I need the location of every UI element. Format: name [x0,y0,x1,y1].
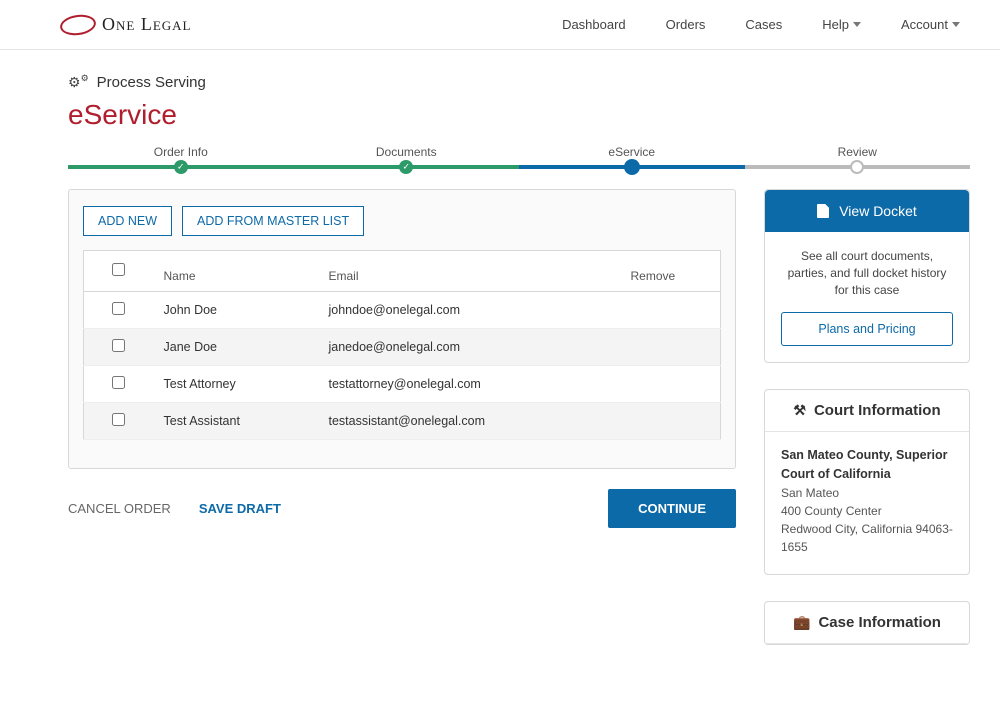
row-name: Test Attorney [154,366,319,403]
step-dot-icon [850,160,864,174]
col-remove: Remove [621,251,721,292]
step-label: eService [519,145,745,159]
top-nav: Dashboard Orders Cases Help Account [562,17,960,32]
row-remove[interactable] [621,292,721,329]
document-icon [817,204,829,218]
logo[interactable]: One Legal [60,14,191,35]
add-from-master-button[interactable]: ADD FROM MASTER LIST [182,206,364,236]
row-checkbox[interactable] [112,302,125,315]
plans-pricing-button[interactable]: Plans and Pricing [781,312,953,346]
page-subtitle: Process Serving [97,74,206,91]
save-draft-button[interactable]: SAVE DRAFT [199,501,281,516]
row-checkbox[interactable] [112,376,125,389]
nav-orders[interactable]: Orders [666,17,706,32]
step-documents[interactable]: Documents [294,145,520,169]
row-checkbox[interactable] [112,339,125,352]
court-info-card: ⚒ Court Information San Mateo County, Su… [764,389,970,575]
cancel-order-button[interactable]: CANCEL ORDER [68,501,171,516]
continue-button[interactable]: CONTINUE [608,489,736,528]
progress-wizard: Order Info Documents eService Review [68,145,970,169]
step-dot-icon [624,159,640,175]
view-docket-button[interactable]: View Docket [765,190,969,232]
select-all-checkbox[interactable] [112,263,125,276]
table-row: Test Assistanttestassistant@onelegal.com [84,403,721,440]
header-bar: One Legal Dashboard Orders Cases Help Ac… [0,0,1000,50]
row-remove[interactable] [621,403,721,440]
row-checkbox[interactable] [112,413,125,426]
view-docket-label: View Docket [839,203,917,219]
table-row: John Doejohndoe@onelegal.com [84,292,721,329]
step-review[interactable]: Review [745,145,971,169]
row-email: johndoe@onelegal.com [318,292,620,329]
nav-dashboard[interactable]: Dashboard [562,17,626,32]
court-city: San Mateo [781,484,953,502]
gavel-icon: ⚒ [793,402,806,419]
row-email: janedoe@onelegal.com [318,329,620,366]
action-row: CANCEL ORDER SAVE DRAFT CONTINUE [68,489,736,528]
court-info-title: Court Information [814,402,941,419]
recipients-table: Name Email Remove John Doejohndoe@oneleg… [83,250,721,440]
add-new-button[interactable]: ADD NEW [83,206,172,236]
nav-account[interactable]: Account [901,17,960,32]
table-row: Test Attorneytestattorney@onelegal.com [84,366,721,403]
logo-text: One Legal [102,14,191,35]
table-row: Jane Doejanedoe@onelegal.com [84,329,721,366]
logo-ellipse-icon [59,12,97,37]
row-remove[interactable] [621,329,721,366]
court-name: San Mateo County, Superior Court of Cali… [781,446,953,484]
col-name: Name [154,251,319,292]
chevron-down-icon [952,22,960,27]
page-title: eService [68,99,970,131]
docket-card: View Docket See all court documents, par… [764,189,970,363]
row-name: John Doe [154,292,319,329]
case-info-card: 💼 Case Information [764,601,970,645]
nav-help-label: Help [822,17,849,32]
step-label: Review [745,145,971,159]
breadcrumb-row: ⚙⚙ Process Serving [68,74,970,91]
row-name: Jane Doe [154,329,319,366]
row-email: testattorney@onelegal.com [318,366,620,403]
nav-cases[interactable]: Cases [745,17,782,32]
row-name: Test Assistant [154,403,319,440]
step-label: Order Info [68,145,294,159]
court-csz: Redwood City, California 94063-1655 [781,520,953,556]
step-dot-icon [399,160,413,174]
briefcase-icon: 💼 [793,614,810,631]
col-email: Email [318,251,620,292]
court-address: 400 County Center [781,502,953,520]
step-eservice[interactable]: eService [519,145,745,169]
nav-help[interactable]: Help [822,17,861,32]
recipients-panel: ADD NEW ADD FROM MASTER LIST Name Email … [68,189,736,469]
step-dot-icon [174,160,188,174]
row-email: testassistant@onelegal.com [318,403,620,440]
step-order-info[interactable]: Order Info [68,145,294,169]
docket-description: See all court documents, parties, and fu… [781,248,953,298]
nav-account-label: Account [901,17,948,32]
step-label: Documents [294,145,520,159]
chevron-down-icon [853,22,861,27]
gear-icon: ⚙⚙ [68,74,89,91]
row-remove[interactable] [621,366,721,403]
case-info-title: Case Information [818,614,941,631]
